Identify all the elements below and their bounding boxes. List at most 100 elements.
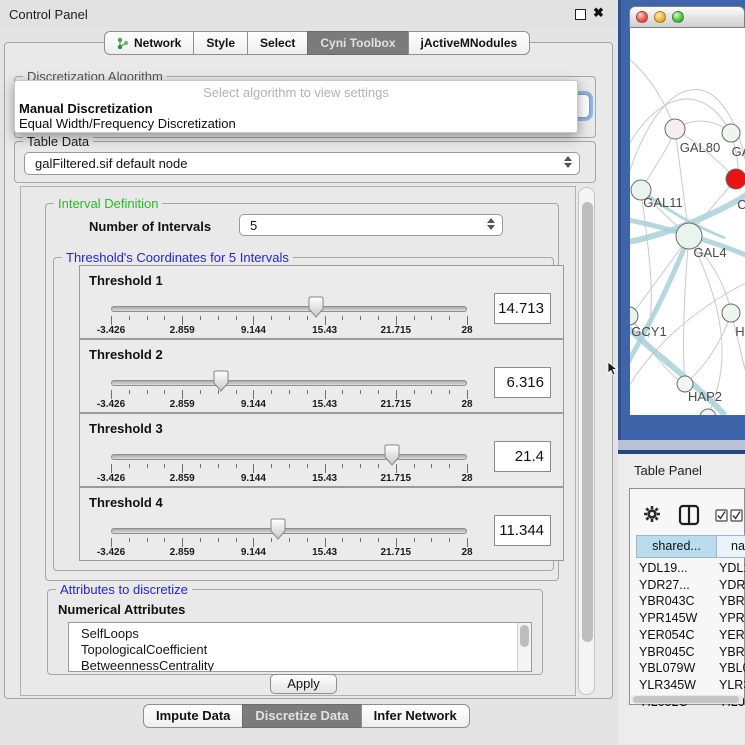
table-row-cell[interactable]: YBR0 [719, 594, 745, 611]
network-canvas[interactable]: GAL80GACGAL11GAL4GCY1HHAP2 [630, 28, 745, 415]
slider-track[interactable] [111, 454, 467, 460]
tick-mark [307, 464, 308, 468]
table-row-cell[interactable]: YBR045C [639, 645, 715, 662]
red-node[interactable] [726, 169, 745, 189]
table-row-cell[interactable]: YER0 [719, 628, 745, 645]
popup-option-2[interactable]: Equal Width/Frequency Discretization [18, 116, 576, 131]
tick-label: 2.859 [156, 547, 208, 558]
tab-select[interactable]: Select [247, 31, 308, 55]
table-row-cell[interactable]: YBR043C [639, 594, 715, 611]
tick-label: 28 [441, 547, 493, 558]
GAL80-node[interactable] [665, 119, 685, 139]
attribute-list-item[interactable]: BetweennessCentrality [81, 658, 214, 672]
table-data-combobox[interactable]: galFiltered.sif default node [24, 152, 580, 175]
network-edge [630, 58, 675, 129]
attribute-list-item[interactable]: SelfLoops [81, 626, 139, 642]
threshold-value-field[interactable]: 6.316 [494, 367, 551, 398]
table-row-cell[interactable]: YDR2 [719, 578, 745, 595]
tick-mark [449, 464, 450, 468]
slider-thumb[interactable] [308, 296, 324, 318]
tick-mark [467, 538, 468, 547]
GCY1-node[interactable] [630, 307, 638, 325]
table-row-cell[interactable]: YER054C [639, 628, 715, 645]
close-icon[interactable]: ✖ [593, 5, 604, 21]
tab-network[interactable]: Network [104, 31, 194, 55]
float-window-icon[interactable] [575, 9, 586, 20]
tick-mark [147, 390, 148, 394]
right-mid-node[interactable] [722, 304, 740, 322]
table-row-cell[interactable]: YLR345W [639, 678, 715, 695]
tick-label: 21.715 [370, 473, 422, 484]
attributes-listbox[interactable]: SelfLoopsTopologicalCoefficientBetweenne… [68, 622, 532, 672]
numerical-attributes-label: Numerical Attributes [58, 602, 185, 617]
column-layout-icon[interactable] [678, 504, 700, 526]
number-of-intervals-combobox[interactable]: 5 [239, 214, 503, 236]
slider-thumb[interactable] [270, 518, 286, 540]
tab-label: Style [206, 32, 235, 54]
combo-stepper-icon[interactable] [485, 218, 496, 230]
list-scrollbar[interactable] [517, 623, 531, 671]
tick-mark [414, 538, 415, 542]
tick-mark [289, 390, 290, 394]
main-scrollbar[interactable] [578, 187, 595, 695]
tab-infer-network[interactable]: Infer Network [361, 704, 470, 728]
tick-mark [200, 390, 201, 394]
slider-track[interactable] [111, 528, 467, 534]
tab-discretize-data[interactable]: Discretize Data [242, 704, 361, 728]
tick-mark [253, 390, 254, 399]
table-panel-title: Table Panel [634, 463, 702, 478]
mac-close-button[interactable] [636, 11, 648, 23]
tick-mark [467, 316, 468, 325]
tab-label: Infer Network [374, 705, 457, 727]
tick-mark [164, 464, 165, 468]
table-row-cell[interactable]: YPR1 [719, 611, 745, 628]
tick-mark [325, 538, 326, 547]
attributes-group-title: Attributes to discretize [56, 582, 192, 597]
table-row-cell[interactable]: YBR0 [719, 645, 745, 662]
top-right-node[interactable] [722, 124, 740, 142]
table-column-header-name[interactable]: na [717, 535, 745, 558]
checkbox-filter-icon[interactable] [715, 509, 745, 522]
table-row-cell[interactable]: YDL19... [639, 561, 715, 578]
gear-icon[interactable] [643, 505, 661, 523]
mac-zoom-button[interactable] [672, 11, 684, 23]
table-row-cell[interactable]: YDL1 [719, 561, 745, 578]
tab-cyni-toolbox[interactable]: Cyni Toolbox [307, 31, 408, 55]
apply-button[interactable]: Apply [270, 674, 337, 694]
bottom-node[interactable] [700, 409, 716, 415]
popup-option-1[interactable]: Manual Discretization [18, 101, 576, 116]
combo-stepper-icon[interactable] [562, 156, 573, 168]
table-row-cell[interactable]: YLR3 [719, 678, 745, 695]
table-data-title: Table Data [23, 134, 93, 149]
slider-track[interactable] [111, 306, 467, 312]
table-row-cell[interactable]: YBL0 [719, 661, 745, 678]
table-hscrollbar-thumb[interactable] [633, 696, 739, 703]
tick-mark [271, 316, 272, 320]
table-row-cell[interactable]: YDR27... [639, 578, 715, 595]
tab-style[interactable]: Style [193, 31, 248, 55]
network-edge [641, 190, 651, 338]
table-column-header-shared-name[interactable]: shared... [636, 535, 717, 558]
attribute-list-item[interactable]: TopologicalCoefficient [81, 642, 207, 658]
tick-mark [253, 316, 254, 325]
tick-mark [467, 464, 468, 473]
table-row-cell[interactable]: YPR145W [639, 611, 715, 628]
slider-thumb[interactable] [384, 444, 400, 466]
node-label: GAL4 [693, 245, 726, 260]
tick-mark [414, 464, 415, 468]
node-label: GAL80 [680, 140, 720, 155]
tab-jactivemnodules[interactable]: jActiveMNodules [408, 31, 531, 55]
threshold-value-field[interactable]: 14.713 [494, 293, 551, 324]
tick-mark [378, 464, 379, 468]
slider-thumb[interactable] [213, 370, 229, 392]
threshold-value-field[interactable]: 21.4 [494, 441, 551, 472]
slider-track[interactable] [111, 380, 467, 386]
tick-mark [378, 316, 379, 320]
table-row-cell[interactable]: YBL079W [639, 661, 715, 678]
tab-impute-data[interactable]: Impute Data [143, 704, 243, 728]
tick-mark [396, 316, 397, 325]
threshold-value-field[interactable]: 11.344 [494, 515, 551, 546]
mac-minimize-button[interactable] [654, 11, 666, 23]
tick-label: 21.715 [370, 547, 422, 558]
mouse-cursor [607, 361, 618, 376]
